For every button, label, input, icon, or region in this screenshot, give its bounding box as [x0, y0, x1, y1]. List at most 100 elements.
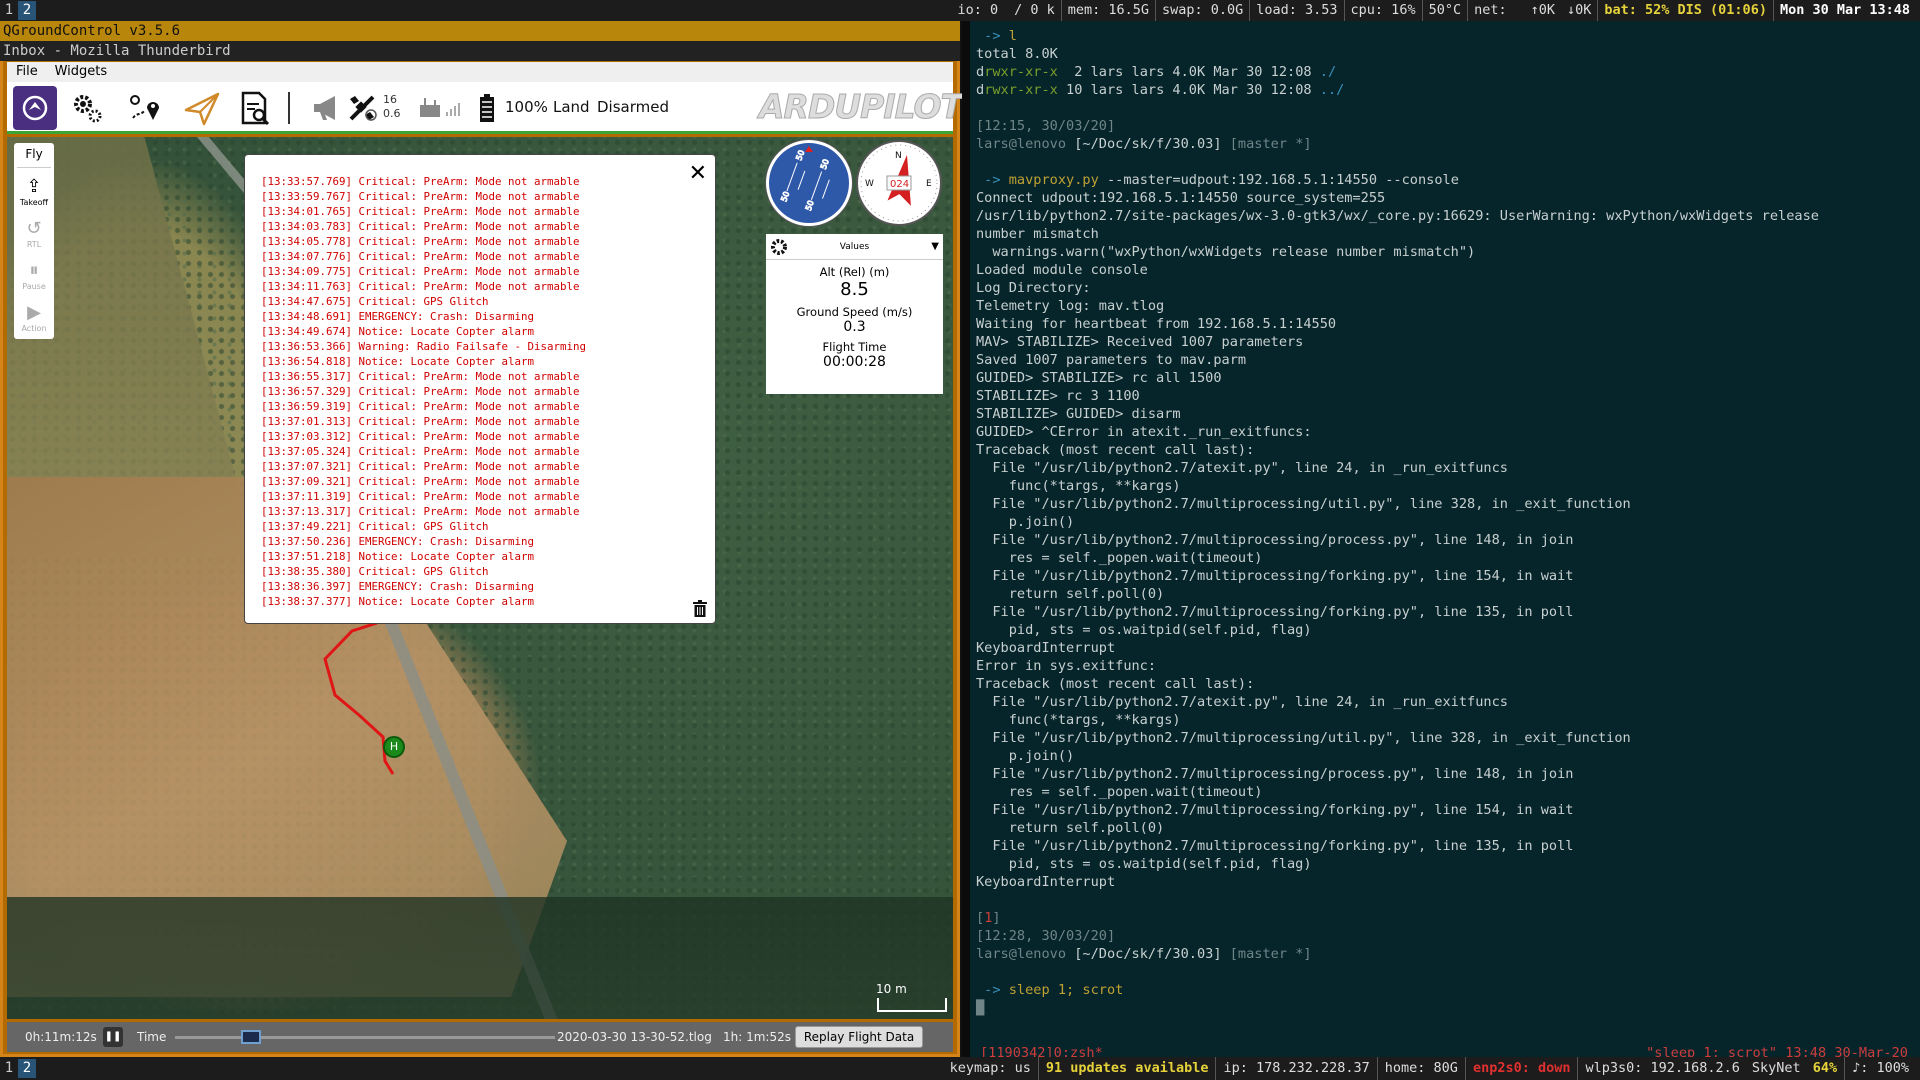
- plan-waypoint-icon[interactable]: [125, 88, 165, 128]
- volume-status[interactable]: ♪: 100%: [1845, 1057, 1916, 1080]
- ground-speed-label: Ground Speed (m/s): [796, 305, 913, 319]
- pause-label: Pause: [22, 282, 46, 291]
- terminal-line: [12:15, 30/03/20]: [976, 118, 1116, 134]
- terminal-line: -> sleep 1; scrot: [976, 982, 1124, 998]
- settings-gear-icon[interactable]: [67, 88, 107, 128]
- qgc-logo-icon[interactable]: [13, 86, 57, 130]
- gps-satellite-icon[interactable]: [347, 88, 377, 128]
- window-title-qgc[interactable]: QGroundControl v3.5.6: [0, 21, 960, 41]
- flight-time-value: 00:00:28: [823, 354, 886, 370]
- terminal-line: File "/usr/lib/python2.7/multiprocessing…: [976, 838, 1574, 854]
- workspace-button-1[interactable]: 1: [0, 1059, 18, 1078]
- terminal-line: STABILIZE> GUIDED> disarm: [976, 406, 1181, 422]
- menu-file[interactable]: File: [16, 64, 38, 79]
- terminal-line: File "/usr/lib/python2.7/multiprocessing…: [976, 766, 1574, 782]
- fly-tools-panel: Fly ⇪ Takeoff ↺ RTL ⏸ Pause ▶ Action: [14, 143, 54, 339]
- fly-tool-rtl[interactable]: ↺ RTL: [14, 218, 54, 249]
- replay-slider-handle[interactable]: [241, 1030, 261, 1044]
- flight-track-line: [323, 621, 395, 775]
- replay-pause-button[interactable]: ❚❚: [103, 1027, 123, 1047]
- vehicle-message: [13:34:05.778] Critical: PreArm: Mode no…: [261, 235, 580, 248]
- analyze-document-icon[interactable]: [235, 88, 275, 128]
- workspace-button-2[interactable]: 2: [18, 1059, 36, 1078]
- top-status-bar: 1 2 io: 0/0 k mem: 16.5G swap: 0.0G load…: [0, 0, 1920, 21]
- vehicle-messages-list: [13:33:57.769] Critical: PreArm: Mode no…: [261, 174, 681, 609]
- vehicle-message: [13:37:01.313] Critical: PreArm: Mode no…: [261, 415, 580, 428]
- values-widget: Values ▼ Alt (Rel) (m) 8.5 Ground Speed …: [766, 234, 943, 394]
- vehicle-message: [13:34:48.691] EMERGENCY: Crash: Disarmi…: [261, 310, 535, 323]
- io-status: io: 0/0 k: [952, 0, 1062, 21]
- net-status: net: ↑0K ↓0K: [1468, 0, 1599, 21]
- home-disk-status: home: 80G: [1378, 1057, 1466, 1080]
- public-ip-status: ip: 178.232.228.37: [1216, 1057, 1378, 1080]
- menu-widgets[interactable]: Widgets: [55, 64, 108, 79]
- fly-tool-fly[interactable]: Fly: [14, 147, 54, 167]
- terminal-line: return self.poll(0): [976, 820, 1165, 836]
- terminal-line: warnings.warn("wxPython/wxWidgets releas…: [976, 244, 1476, 260]
- map-scale-bar: [877, 998, 947, 1012]
- battery-status: bat: 52% DIS (01:06): [1598, 0, 1774, 21]
- attitude-indicator[interactable]: 50 50 50 50: [766, 140, 852, 226]
- vehicle-message: [13:36:57.329] Critical: PreArm: Mode no…: [261, 385, 580, 398]
- gps-hdop: 0.6: [383, 107, 401, 120]
- updates-status[interactable]: 91 updates available: [1039, 1057, 1217, 1080]
- battery-icon[interactable]: [475, 88, 499, 128]
- compass-heading: 024: [890, 179, 909, 190]
- vehicle-message: [13:37:11.319] Critical: PreArm: Mode no…: [261, 490, 580, 503]
- fly-tool-takeoff[interactable]: ⇪ Takeoff: [14, 176, 54, 207]
- terminal-line: File "/usr/lib/python2.7/multiprocessing…: [976, 532, 1574, 548]
- vehicle-message: [13:34:07.776] Critical: PreArm: Mode no…: [261, 250, 580, 263]
- flight-mode-selector[interactable]: Land: [553, 98, 590, 116]
- workspace-button-2[interactable]: 2: [18, 1, 36, 20]
- replay-slider-track[interactable]: [175, 1036, 555, 1039]
- close-icon[interactable]: ✕: [689, 161, 707, 186]
- vehicle-message: [13:37:51.218] Notice: Locate Copter ala…: [261, 550, 535, 563]
- workspace-button-1[interactable]: 1: [0, 1, 18, 20]
- vehicle-message: [13:34:11.763] Critical: PreArm: Mode no…: [261, 280, 580, 293]
- vehicle-message: [13:36:54.818] Notice: Locate Copter ala…: [261, 355, 535, 368]
- alt-value: 8.5: [840, 279, 869, 300]
- datetime-status: Mon 30 Mar 13:48: [1779, 2, 1910, 18]
- terminal-line: drwxr-xr-x 2 lars lars 4.0K Mar 30 12:08…: [976, 64, 1337, 80]
- compass-indicator[interactable]: N E W 024: [856, 140, 942, 226]
- terminal-line: func(*targs, **kargs): [976, 478, 1181, 494]
- qgc-toolbar: 16 0.6 100% Land Disarmed ARDUPILOT: [7, 82, 964, 134]
- flight-time-label: Flight Time: [822, 340, 887, 354]
- vehicle-message: [13:37:03.312] Critical: PreArm: Mode no…: [261, 430, 580, 443]
- fly-paper-plane-icon[interactable]: [182, 88, 222, 128]
- fly-tool-action[interactable]: ▶ Action: [14, 302, 54, 333]
- vehicle-message: [13:38:36.397] EMERGENCY: Crash: Disarmi…: [261, 580, 535, 593]
- values-settings-gear-icon[interactable]: [770, 238, 788, 267]
- terminal-line: p.join(): [976, 514, 1075, 530]
- trash-icon[interactable]: [693, 600, 707, 617]
- terminal-line: Traceback (most recent call last):: [976, 676, 1255, 692]
- vehicle-message: [13:37:50.236] EMERGENCY: Crash: Disarmi…: [261, 535, 535, 548]
- terminal-line: File "/usr/lib/python2.7/multiprocessing…: [976, 802, 1574, 818]
- gps-readout: 16 0.6: [383, 93, 401, 121]
- terminal-line: drwxr-xr-x 10 lars lars 4.0K Mar 30 12:0…: [976, 82, 1345, 98]
- replay-flight-data-button[interactable]: Replay Flight Data: [795, 1026, 923, 1048]
- megaphone-icon[interactable]: [307, 88, 347, 128]
- terminal-line: Saved 1007 parameters to mav.parm: [976, 352, 1247, 368]
- terminal-line: return self.poll(0): [976, 586, 1165, 602]
- values-header[interactable]: Values ▼: [766, 234, 943, 260]
- terminal-line: total 8.0K: [976, 46, 1058, 62]
- chevron-down-icon[interactable]: ▼: [931, 234, 939, 260]
- ardupilot-logo: ARDUPILOT: [758, 87, 963, 127]
- terminal-line: Traceback (most recent call last):: [976, 442, 1255, 458]
- terminal-line: func(*targs, **kargs): [976, 712, 1181, 728]
- terminal-window[interactable]: -> l total 8.0K drwxr-xr-x 2 lars lars 4.0…: [962, 21, 1920, 1061]
- vehicle-message: [13:36:55.317] Critical: PreArm: Mode no…: [261, 370, 580, 383]
- vehicle-message: [13:37:05.324] Critical: PreArm: Mode no…: [261, 445, 580, 458]
- terminal-line: GUIDED> ^CError in atexit._run_exitfuncs…: [976, 424, 1312, 440]
- vehicle-message: [13:34:01.765] Critical: PreArm: Mode no…: [261, 205, 580, 218]
- home-position-marker[interactable]: H: [383, 736, 405, 758]
- replay-duration: 1h: 1m:52s: [723, 1030, 791, 1044]
- arm-status[interactable]: Disarmed: [597, 98, 669, 116]
- compass-label-e: E: [926, 179, 932, 189]
- vehicle-message: [13:34:47.675] Critical: GPS Glitch: [261, 295, 489, 308]
- window-title-thunderbird[interactable]: Inbox - Mozilla Thunderbird: [0, 41, 960, 61]
- vehicle-message: [13:37:07.321] Critical: PreArm: Mode no…: [261, 460, 580, 473]
- fly-tool-pause[interactable]: ⏸ Pause: [14, 260, 54, 291]
- terminal-line: Waiting for heartbeat from 192.168.5.1:1…: [976, 316, 1337, 332]
